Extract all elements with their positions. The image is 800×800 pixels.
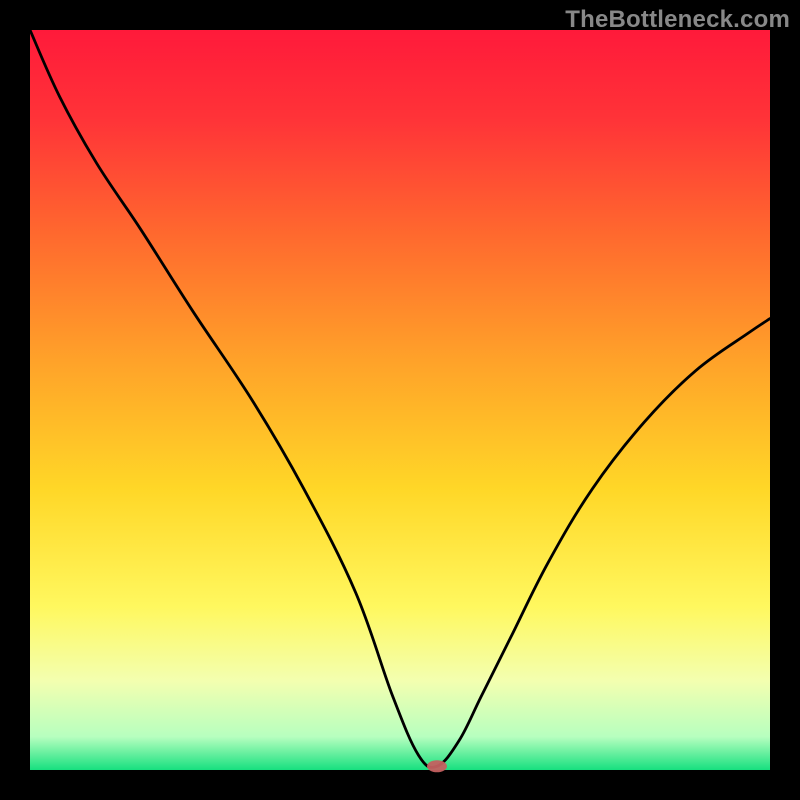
sweet-spot-marker [427,760,447,772]
watermark-text: TheBottleneck.com [565,6,790,34]
plot-background [30,30,770,770]
chart-stage: TheBottleneck.com [0,0,800,800]
chart-svg [0,0,800,800]
